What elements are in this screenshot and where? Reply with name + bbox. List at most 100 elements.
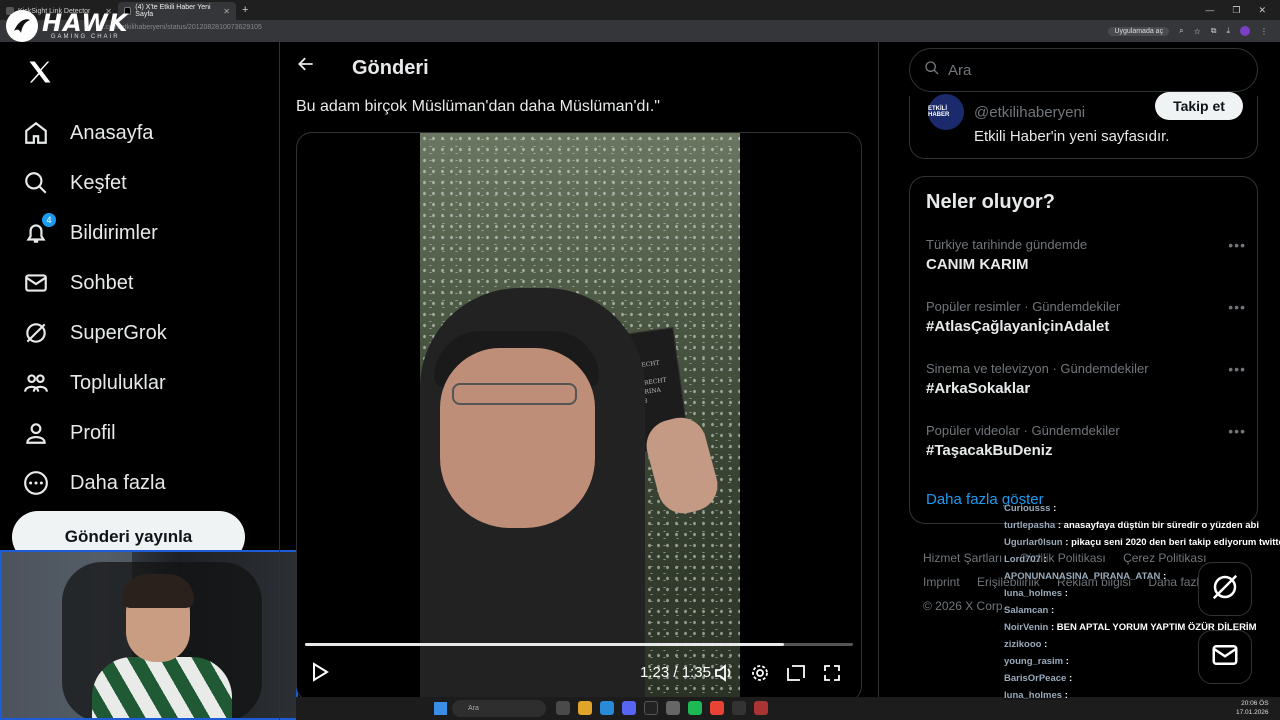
download-icon[interactable]: ⤓ (1226, 26, 1230, 36)
task-view-icon[interactable] (556, 701, 570, 715)
nav-home[interactable]: Anasayfa (22, 108, 167, 158)
nav-notifications[interactable]: 4 Bildirimler (22, 208, 167, 258)
trends-title: Neler oluyor? (926, 191, 1055, 213)
duration: 1:35 (681, 664, 711, 681)
more-options-icon[interactable]: ••• (1228, 299, 1246, 315)
chat-username[interactable]: Salamcan (1004, 605, 1048, 616)
play-icon[interactable] (311, 662, 329, 687)
settings-gear-icon[interactable] (749, 662, 771, 684)
video-progress-fill (305, 643, 784, 646)
chat-separator: : (1040, 554, 1047, 565)
chat-username[interactable]: APONUNANASINA_PIRANA_ATAN (1004, 571, 1160, 582)
close-window-icon[interactable]: ✕ (1258, 5, 1266, 16)
nav-explore[interactable]: Keşfet (22, 158, 167, 208)
close-tab-icon[interactable]: ✕ (223, 7, 230, 16)
minimize-icon[interactable]: — (1205, 5, 1214, 16)
trends-panel: Neler oluyor? Türkiye tarihinde gündemde… (909, 176, 1258, 524)
trend-item[interactable]: Sinema ve televizyon · Gündemdekiler #Ar… (926, 361, 1246, 397)
chat-separator: : (1062, 537, 1072, 548)
browser-tab-x[interactable]: (4) X'te Etkili Haber Yeni Sayfa ✕ (118, 2, 236, 20)
spotify-icon[interactable] (688, 701, 702, 715)
footer-link[interactable]: Hizmet Şartları (923, 551, 1002, 565)
app-icon[interactable] (754, 701, 768, 715)
chat-username[interactable]: turtlepasha (1004, 520, 1055, 531)
who-to-follow-card: ETKİLİ HABER @etkilihaberyeni Etkili Hab… (909, 92, 1258, 159)
maximize-icon[interactable]: ❐ (1232, 5, 1240, 16)
chat-separator: : (1066, 673, 1073, 684)
nav-chat[interactable]: Sohbet (22, 258, 167, 308)
bell-icon: 4 (22, 213, 56, 247)
nav-communities[interactable]: Topluluklar (22, 358, 167, 408)
app-icon[interactable] (666, 701, 680, 715)
more-options-icon[interactable]: ••• (1228, 361, 1246, 377)
mail-icon (22, 269, 50, 297)
nav-label: Bildirimler (70, 221, 158, 244)
chat-message: luna_holmes : (1004, 687, 1264, 704)
grok-icon (1210, 572, 1240, 607)
browser-menu-icon[interactable]: ⋮ (1260, 27, 1268, 36)
grok-button[interactable] (1198, 562, 1252, 616)
glasses (452, 383, 577, 405)
trend-item[interactable]: Türkiye tarihinde gündemde CANIM KARIM •… (926, 237, 1246, 273)
nav-more[interactable]: Daha fazla (22, 458, 167, 508)
messages-button[interactable] (1198, 630, 1252, 684)
browser-tabbar: KickSight Link Detector ✕ (4) X'te Etkil… (0, 0, 1280, 20)
nav-supergrok[interactable]: SuperGrok (22, 308, 167, 358)
account-handle[interactable]: @etkilihaberyeni (974, 104, 1085, 121)
open-in-app-button[interactable]: Uygulamada aç (1108, 26, 1170, 36)
zoom-icon[interactable]: ⌕ (1179, 26, 1183, 36)
chat-username[interactable]: Ugurlar0lsun (1004, 537, 1063, 548)
trend-category: Sinema ve televizyon · Gündemdekiler (926, 361, 1149, 376)
video-frame: KARL ALBRECHT 1920 – 2014 MARIA ALBRECHT… (420, 133, 740, 701)
fullscreen-icon[interactable] (821, 662, 843, 684)
edge-icon[interactable] (600, 701, 614, 715)
trend-item[interactable]: Popüler videolar · Gündemdekiler #Taşaca… (926, 423, 1246, 459)
back-arrow-icon[interactable] (296, 54, 316, 80)
grok-icon (22, 319, 50, 347)
more-options-icon[interactable]: ••• (1228, 237, 1246, 253)
clock-date: 17.01.2026 (1236, 709, 1269, 716)
chat-username[interactable]: Lord707 (1004, 554, 1041, 565)
chat-username[interactable]: BarisOrPeace (1004, 673, 1066, 684)
trend-item[interactable]: Popüler resimler · Gündemdekiler #AtlasÇ… (926, 299, 1246, 335)
nav-label: Profil (70, 421, 116, 444)
chat-username[interactable]: young_rasim (1004, 656, 1063, 667)
search-input[interactable]: Ara (909, 48, 1258, 92)
chrome-icon[interactable] (710, 701, 724, 715)
profile-avatar[interactable] (1240, 26, 1250, 36)
chat-username[interactable]: luna_holmes (1004, 588, 1062, 599)
nav-profile[interactable]: Profil (22, 408, 167, 458)
chat-separator: : (1063, 656, 1069, 667)
person-icon (22, 419, 50, 447)
video-progress-bar[interactable] (305, 643, 853, 646)
taskbar-search[interactable]: Ara (452, 700, 546, 717)
chat-username[interactable]: luna_holmes (1004, 690, 1062, 701)
chat-separator: : (1062, 588, 1068, 599)
chat-message: Ugurlar0lsun : pikaçu seni 2020 den beri… (1004, 534, 1280, 551)
more-options-icon[interactable]: ••• (1228, 423, 1246, 439)
new-tab-icon[interactable]: + (242, 4, 248, 16)
obs-icon[interactable] (732, 701, 746, 715)
pip-icon[interactable] (785, 662, 807, 684)
chat-username[interactable]: NoirVenin (1004, 622, 1048, 633)
trend-category: Türkiye tarihinde gündemde (926, 237, 1088, 252)
follow-button[interactable]: Takip et (1155, 92, 1243, 120)
extensions-icon[interactable]: ⧉ (1211, 26, 1217, 36)
windows-start-icon[interactable] (434, 702, 447, 715)
app-icon[interactable] (644, 701, 658, 715)
file-explorer-icon[interactable] (578, 701, 592, 715)
trend-category: Popüler resimler · Gündemdekiler (926, 299, 1121, 314)
volume-icon[interactable] (713, 662, 735, 684)
video-player[interactable]: KARL ALBRECHT 1920 – 2014 MARIA ALBRECHT… (296, 132, 862, 702)
footer-link[interactable]: Imprint (923, 575, 960, 589)
page-title: Gönderi (352, 57, 429, 79)
discord-icon[interactable] (622, 701, 636, 715)
trend-name: #AtlasÇağlayanİçinAdalet (926, 318, 1110, 335)
chat-username[interactable]: zizikooo (1004, 639, 1041, 650)
chat-separator: : (1048, 622, 1057, 633)
x-logo[interactable] (26, 58, 54, 94)
account-avatar[interactable]: ETKİLİ HABER (928, 94, 964, 130)
bookmark-star-icon[interactable]: ☆ (1194, 27, 1201, 36)
hawk-title: HAWK (42, 9, 129, 37)
chat-username[interactable]: Curiousss (1004, 503, 1050, 514)
